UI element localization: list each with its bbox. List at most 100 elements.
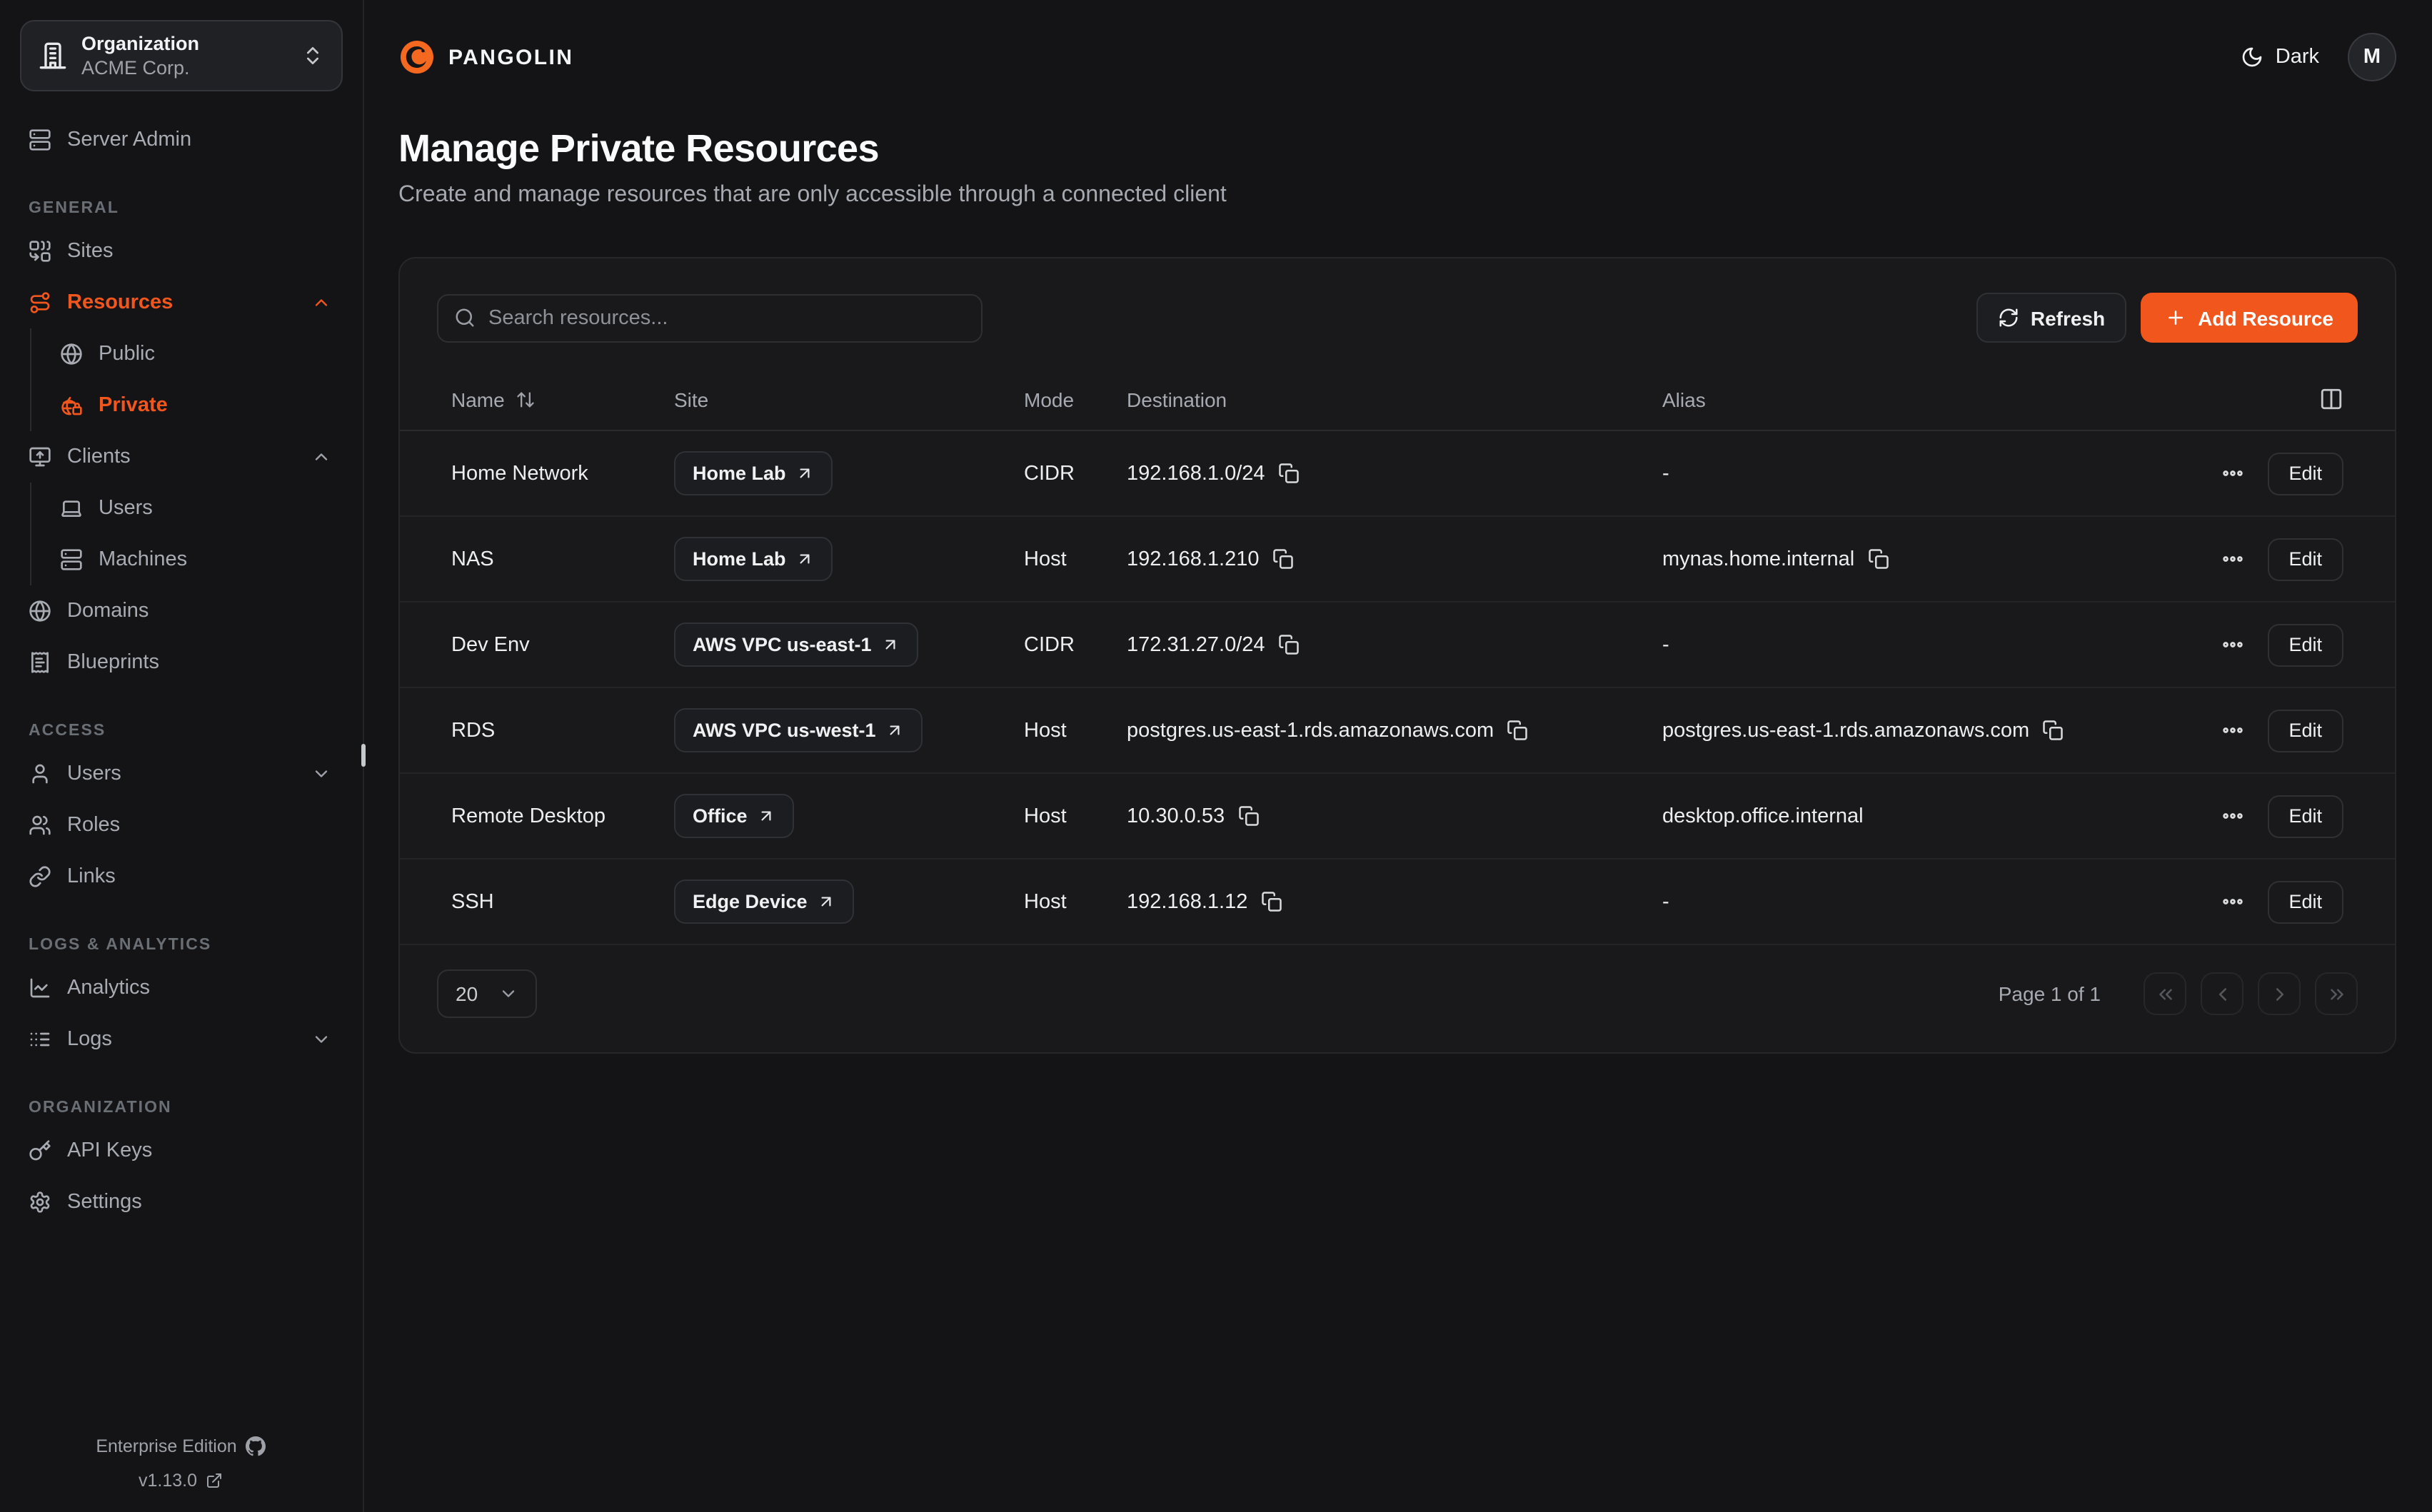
- section-label-organization: ORGANIZATION: [29, 1099, 343, 1117]
- sidebar-item-blueprints[interactable]: Blueprints: [20, 637, 343, 688]
- column-header-mode: Mode: [1024, 388, 1127, 410]
- copy-icon: [1278, 634, 1300, 655]
- site-link-button[interactable]: Edge Device: [674, 880, 855, 924]
- row-menu-button[interactable]: [2220, 547, 2244, 571]
- last-page-button[interactable]: [2315, 972, 2358, 1015]
- sidebar-item-domains[interactable]: Domains: [20, 585, 343, 637]
- sidebar-resize-handle[interactable]: [361, 744, 366, 767]
- sidebar-item-links[interactable]: Links: [20, 851, 343, 902]
- sidebar-item-resources[interactable]: Resources: [20, 277, 343, 328]
- row-menu-button[interactable]: [2220, 889, 2244, 914]
- arrow-up-right-icon: [882, 635, 900, 654]
- chevron-left-icon: [2211, 983, 2233, 1004]
- edit-button[interactable]: Edit: [2267, 880, 2343, 923]
- edit-button[interactable]: Edit: [2267, 623, 2343, 666]
- row-menu-button[interactable]: [2220, 804, 2244, 828]
- prev-page-button[interactable]: [2201, 972, 2243, 1015]
- site-link-button[interactable]: AWS VPC us-east-1: [674, 623, 919, 667]
- alias-cell: desktop.office.internal: [1662, 805, 1864, 827]
- sidebar-item-label: Logs: [67, 1028, 112, 1051]
- first-page-button[interactable]: [2144, 972, 2186, 1015]
- column-visibility-button[interactable]: [2319, 387, 2343, 411]
- app-root: Organization ACME Corp. Server Admin GEN…: [0, 0, 2432, 1512]
- main-content: PANGOLIN Dark M Manage Private Resources…: [364, 0, 2432, 1512]
- search-box[interactable]: [437, 293, 983, 342]
- sidebar-item-analytics[interactable]: Analytics: [20, 962, 343, 1014]
- copy-alias-button[interactable]: [2042, 720, 2064, 741]
- sidebar-item-public[interactable]: Public: [31, 328, 343, 380]
- column-header-name[interactable]: Name: [451, 388, 674, 410]
- column-header-destination: Destination: [1127, 388, 1662, 410]
- site-link-button[interactable]: AWS VPC us-west-1: [674, 708, 923, 752]
- sidebar-item-users[interactable]: Users: [20, 748, 343, 800]
- sidebar-item-roles[interactable]: Roles: [20, 800, 343, 851]
- search-input[interactable]: [488, 306, 965, 329]
- site-link-button[interactable]: Home Lab: [674, 451, 833, 495]
- avatar[interactable]: M: [2348, 33, 2396, 81]
- ellipsis-icon: [2220, 889, 2244, 914]
- server-icon: [29, 128, 51, 151]
- topbar: PANGOLIN Dark M: [398, 0, 2396, 114]
- table-row: Home Network Home Lab CIDR 192.168.1.0/2…: [400, 431, 2395, 517]
- add-resource-button[interactable]: Add Resource: [2141, 293, 2358, 343]
- edit-button[interactable]: Edit: [2267, 709, 2343, 752]
- globe-icon: [29, 600, 51, 623]
- sidebar-item-settings[interactable]: Settings: [20, 1176, 343, 1228]
- row-menu-button[interactable]: [2220, 632, 2244, 657]
- org-value: ACME Corp.: [81, 56, 287, 80]
- section-label-logs-analytics: LOGS & ANALYTICS: [29, 937, 343, 954]
- sidebar-item-label: Private: [99, 394, 168, 417]
- chevron-down-icon: [311, 1029, 331, 1049]
- row-menu-button[interactable]: [2220, 461, 2244, 485]
- site-link-button[interactable]: Office: [674, 794, 795, 838]
- sidebar-item-api-keys[interactable]: API Keys: [20, 1125, 343, 1176]
- theme-toggle[interactable]: Dark: [2241, 46, 2319, 69]
- copy-alias-button[interactable]: [1867, 548, 1889, 570]
- copy-destination-button[interactable]: [1278, 463, 1300, 484]
- section-label-general: GENERAL: [29, 200, 343, 217]
- edit-button[interactable]: Edit: [2267, 538, 2343, 580]
- arrow-up-right-icon: [796, 550, 815, 568]
- resource-name-cell: Dev Env: [451, 633, 674, 656]
- copy-destination-button[interactable]: [1507, 720, 1528, 741]
- copy-icon: [1260, 891, 1282, 912]
- edit-button[interactable]: Edit: [2267, 452, 2343, 495]
- server-icon: [60, 548, 83, 571]
- sidebar-item-logs[interactable]: Logs: [20, 1014, 343, 1065]
- sidebar-item-clients[interactable]: Clients: [20, 431, 343, 483]
- page-size-select[interactable]: 20: [437, 969, 537, 1018]
- sidebar-item-label: Sites: [67, 240, 114, 263]
- sidebar-item-client-users[interactable]: Users: [31, 483, 343, 534]
- sort-icon: [516, 389, 536, 409]
- refresh-button[interactable]: Refresh: [1976, 293, 2126, 343]
- copy-destination-button[interactable]: [1278, 634, 1300, 655]
- copy-icon: [1507, 720, 1528, 741]
- sidebar-item-server-admin[interactable]: Server Admin: [20, 114, 343, 166]
- mode-cell: CIDR: [1024, 633, 1127, 656]
- sidebar-item-machines[interactable]: Machines: [31, 534, 343, 585]
- edition-line[interactable]: Enterprise Edition: [0, 1433, 361, 1459]
- copy-destination-button[interactable]: [1237, 805, 1259, 827]
- ellipsis-icon: [2220, 632, 2244, 657]
- page-subtitle: Create and manage resources that are onl…: [398, 181, 2396, 210]
- sidebar-footer: Enterprise Edition v1.13.0: [0, 1433, 361, 1493]
- destination-cell: 192.168.1.0/24: [1127, 462, 1265, 485]
- search-icon: [454, 307, 476, 328]
- org-switcher-button[interactable]: Organization ACME Corp.: [20, 20, 343, 91]
- next-page-button[interactable]: [2258, 972, 2301, 1015]
- logs-icon: [29, 1028, 51, 1051]
- copy-destination-button[interactable]: [1272, 548, 1293, 570]
- version-line[interactable]: v1.13.0: [0, 1468, 361, 1493]
- resource-name-cell: SSH: [451, 890, 674, 913]
- mode-cell: Host: [1024, 890, 1127, 913]
- moon-icon: [2241, 46, 2264, 69]
- copy-destination-button[interactable]: [1260, 891, 1282, 912]
- table-row: Dev Env AWS VPC us-east-1 CIDR 172.31.27…: [400, 603, 2395, 688]
- site-link-button[interactable]: Home Lab: [674, 537, 833, 581]
- sidebar-item-sites[interactable]: Sites: [20, 226, 343, 277]
- brand-logo[interactable]: PANGOLIN: [398, 39, 573, 76]
- edit-button[interactable]: Edit: [2267, 795, 2343, 837]
- sidebar-item-private[interactable]: Private: [31, 380, 343, 431]
- row-menu-button[interactable]: [2220, 718, 2244, 742]
- sidebar-item-label: Analytics: [67, 977, 150, 999]
